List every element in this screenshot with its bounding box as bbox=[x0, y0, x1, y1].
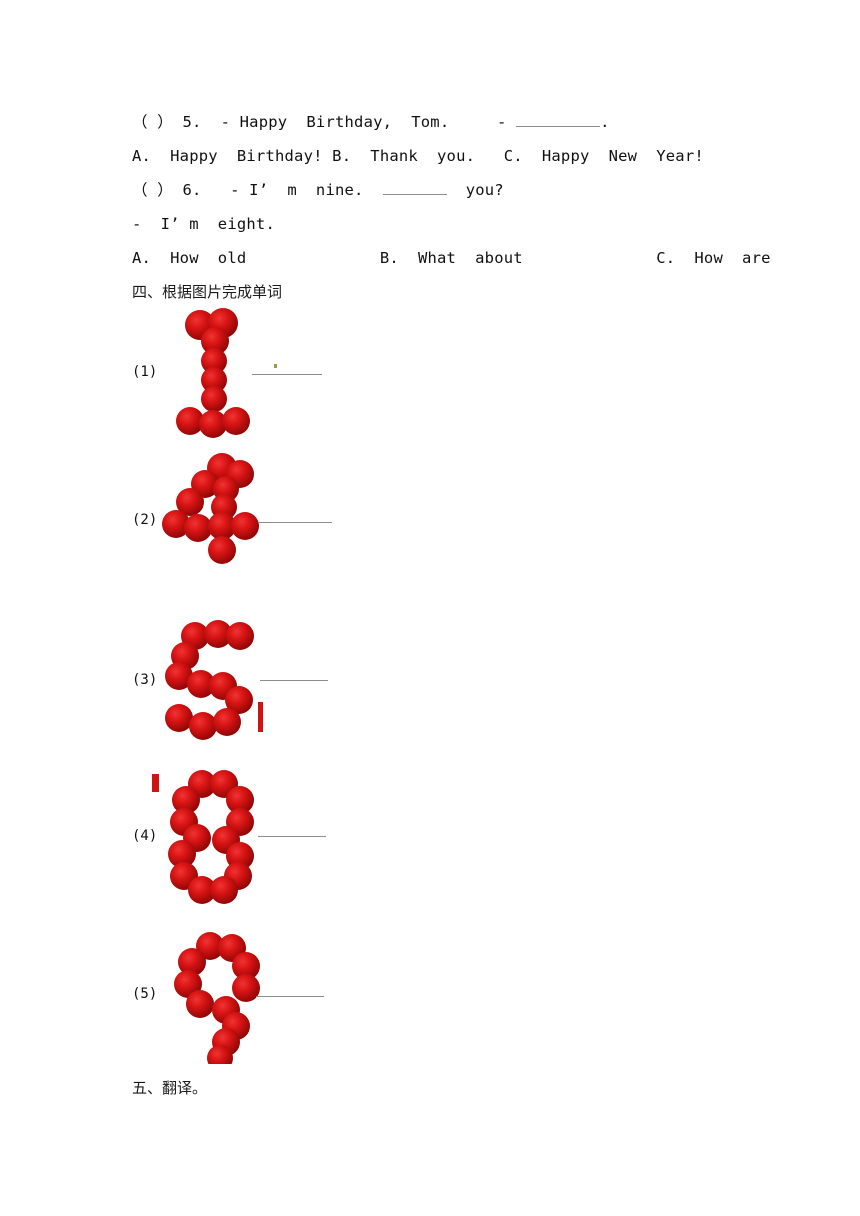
rose-digit-image-1 bbox=[170, 308, 256, 445]
rose-digit-image-9 bbox=[170, 930, 262, 1064]
picture-word-index-3: (3) bbox=[132, 672, 158, 688]
question-6-reply: - I’ m eight. bbox=[132, 215, 275, 233]
scan-artifact-dot bbox=[274, 364, 277, 368]
worksheet-page: （ ） 5. - Happy Birthday, Tom. - . A. Hap… bbox=[0, 0, 860, 1216]
question-6-options: A. How old B. What about C. How are bbox=[132, 249, 771, 267]
section-heading-five: 五、翻译。 bbox=[132, 1079, 208, 1097]
rose-digit-8-graphic bbox=[168, 770, 254, 904]
picture-word-index-1: (1) bbox=[132, 364, 158, 380]
question-6-stem-tail: you? bbox=[446, 181, 504, 199]
picture-word-item-2: (2) bbox=[132, 452, 552, 576]
picture-word-index-5: (5) bbox=[132, 986, 158, 1002]
rose-digit-9-graphic bbox=[174, 932, 260, 1064]
rose-digit-image-8 bbox=[164, 770, 260, 904]
rose-digit-image-5 bbox=[157, 614, 267, 744]
question-5-stem-period: . bbox=[600, 113, 610, 131]
rose-digit-1-graphic bbox=[176, 308, 250, 438]
question-5-stem: （ ） 5. - Happy Birthday, Tom. - . bbox=[132, 105, 692, 139]
rose-digit-5-graphic bbox=[165, 620, 254, 740]
question-6-stem-text: （ ） 6. - I’ m nine. bbox=[132, 181, 383, 199]
picture-word-index-4: (4) bbox=[132, 828, 158, 844]
scan-artifact-edge-4 bbox=[152, 774, 159, 792]
picture-word-item-1: (1) bbox=[132, 308, 552, 448]
picture-word-item-5: (5) bbox=[132, 930, 552, 1064]
rose-digit-image-4 bbox=[160, 452, 264, 576]
question-5-options: A. Happy Birthday! B. Thank you. C. Happ… bbox=[132, 147, 704, 165]
picture-word-answer-line-5[interactable] bbox=[256, 996, 324, 997]
question-6-answer-blank[interactable] bbox=[382, 181, 447, 195]
picture-word-answer-line-3[interactable] bbox=[260, 680, 328, 681]
picture-word-answer-line-4[interactable] bbox=[258, 836, 326, 837]
question-5-stem-text: （ ） 5. - Happy Birthday, Tom. - bbox=[132, 113, 517, 131]
picture-word-answer-line-1[interactable] bbox=[252, 374, 322, 375]
section-heading-four: 四、根据图片完成单词 bbox=[132, 283, 283, 301]
rose-digit-4-graphic bbox=[162, 453, 259, 564]
multiple-choice-block: （ ） 5. - Happy Birthday, Tom. - . A. Hap… bbox=[132, 105, 771, 275]
question-5-answer-blank[interactable] bbox=[516, 113, 601, 127]
question-6-stem: （ ） 6. - I’ m nine. you? bbox=[132, 173, 692, 207]
picture-word-item-4: (4) bbox=[132, 770, 552, 904]
picture-word-answer-line-2[interactable] bbox=[258, 522, 332, 523]
picture-word-item-3: (3) bbox=[132, 614, 552, 744]
scan-artifact-edge-3 bbox=[258, 702, 263, 732]
picture-word-index-2: (2) bbox=[132, 512, 158, 528]
